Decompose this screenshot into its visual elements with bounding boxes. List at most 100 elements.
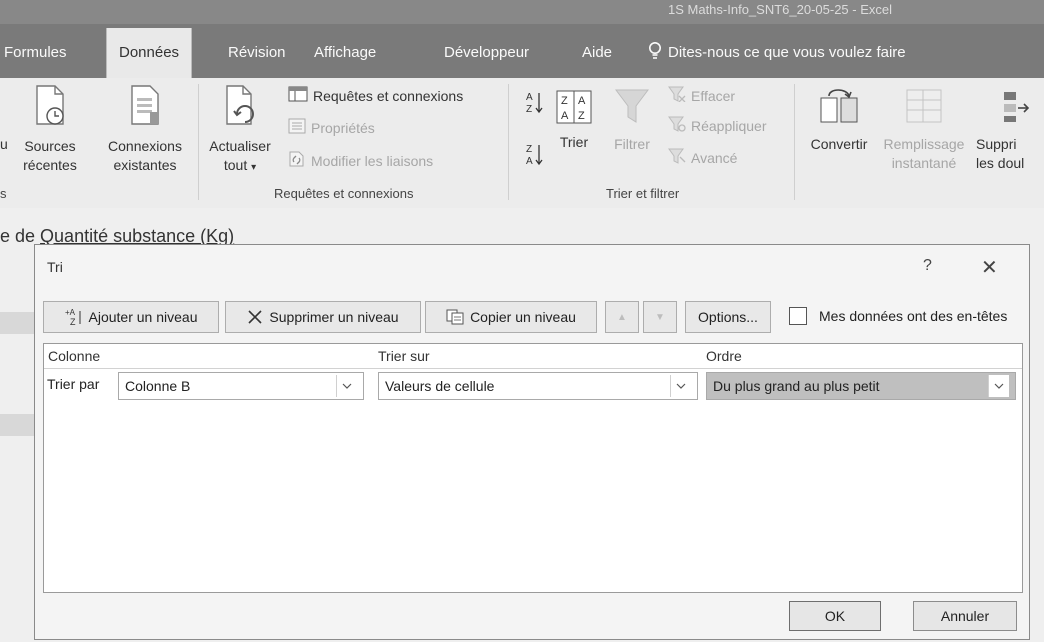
sheet-heading-underlined: Quantité substance (Kg) xyxy=(40,226,235,246)
tab-affichage[interactable]: Affichage xyxy=(314,44,376,61)
headers-checkbox-label: Mes données ont des en-têtes xyxy=(819,308,1008,324)
flash-fill-button[interactable]: Remplissage instantané xyxy=(878,86,970,173)
svg-text:A: A xyxy=(526,156,533,166)
text-to-columns-icon xyxy=(800,86,878,131)
column-header: Colonne xyxy=(48,348,101,364)
lightbulb-icon xyxy=(648,42,662,64)
svg-text:+A: +A xyxy=(65,308,76,317)
edit-links-button[interactable]: Modifier les liaisons xyxy=(288,150,433,171)
headers-checkbox[interactable] xyxy=(789,307,807,325)
sort-levels-grid: Colonne Trier sur Ordre Trier par Colonn… xyxy=(43,343,1023,593)
tab-formules[interactable]: Formules xyxy=(4,44,67,61)
flash-fill-label-2: instantané xyxy=(891,155,957,171)
existing-connections-label-1: Connexions xyxy=(108,138,182,154)
copy-icon xyxy=(446,309,464,325)
delete-x-icon xyxy=(247,309,263,325)
refresh-all-button[interactable]: Actualiser tout ▾ xyxy=(200,84,280,177)
move-down-button[interactable]: ▼ xyxy=(643,301,677,333)
svg-text:Z: Z xyxy=(561,95,568,107)
column-select[interactable]: Colonne B xyxy=(118,372,364,400)
refresh-icon xyxy=(200,84,280,133)
refresh-dropdown-icon: ▾ xyxy=(251,162,257,173)
existing-connections-button[interactable]: Connexions existantes xyxy=(100,84,190,175)
tab-aide[interactable]: Aide xyxy=(582,44,612,61)
clear-filter-label: Effacer xyxy=(691,87,736,104)
recent-sources-icon xyxy=(10,84,90,133)
copy-level-label: Copier un niveau xyxy=(470,309,576,325)
cancel-button[interactable]: Annuler xyxy=(913,601,1017,631)
text-to-columns-button[interactable]: Convertir xyxy=(800,86,878,154)
filter-label: Filtrer xyxy=(614,136,650,152)
add-level-button[interactable]: +A Z Ajouter un niveau xyxy=(43,301,219,333)
group-separator xyxy=(198,84,199,200)
sheet-heading-prefix: e de xyxy=(0,226,41,246)
delete-level-label: Supprimer un niveau xyxy=(269,309,399,325)
svg-text:A: A xyxy=(561,110,569,122)
help-button[interactable]: ? xyxy=(923,257,932,275)
tab-donnees[interactable]: Données xyxy=(106,28,193,78)
options-button[interactable]: Options... xyxy=(685,301,771,333)
edit-links-icon xyxy=(288,150,306,171)
flash-fill-icon xyxy=(878,86,970,131)
ok-button[interactable]: OK xyxy=(789,601,881,631)
sort-on-select[interactable]: Valeurs de cellule xyxy=(378,372,698,400)
sort-az-button[interactable]: AZ xyxy=(526,90,544,117)
svg-text:Z: Z xyxy=(526,144,532,155)
sort-dialog-icon: ZAAZ xyxy=(550,90,598,129)
order-select-value: Du plus grand au plus petit xyxy=(713,378,880,394)
properties-button[interactable]: Propriétés xyxy=(288,118,375,137)
add-level-label: Ajouter un niveau xyxy=(88,309,198,325)
tab-revision[interactable]: Révision xyxy=(228,44,286,61)
copy-level-button[interactable]: Copier un niveau xyxy=(425,301,597,333)
sort-dialog: Tri ? ✕ +A Z Ajouter un niveau Supprimer … xyxy=(34,244,1030,640)
convert-label: Convertir xyxy=(810,136,868,152)
queries-connections-button[interactable]: Requêtes et connexions xyxy=(288,86,463,105)
column-select-value: Colonne B xyxy=(125,378,191,394)
partial-button-text[interactable]: u xyxy=(0,136,8,152)
existing-connections-label-2: existantes xyxy=(113,157,177,173)
filter-icon xyxy=(604,86,660,131)
group-label-get-data: s xyxy=(0,186,7,201)
recent-sources-label-2: récentes xyxy=(23,157,77,173)
advanced-filter-icon xyxy=(668,148,686,167)
move-up-button[interactable]: ▲ xyxy=(605,301,639,333)
reapply-icon xyxy=(668,116,686,135)
filter-button[interactable]: Filtrer xyxy=(604,86,660,154)
tab-developpeur[interactable]: Développeur xyxy=(444,44,529,61)
group-separator xyxy=(508,84,509,200)
chevron-down-icon xyxy=(670,375,691,397)
reapply-label: Réappliquer xyxy=(691,117,767,134)
remove-duplicates-button[interactable]: Suppri les doul xyxy=(976,86,1044,173)
window-titlebar: 1S Maths-Info_SNT6_20-05-25 - Excel xyxy=(0,0,1044,24)
sort-button[interactable]: ZAAZ Trier xyxy=(550,90,598,152)
svg-text:Z: Z xyxy=(578,110,585,122)
svg-text:Z: Z xyxy=(70,317,76,326)
sort-level-toolbar: +A Z Ajouter un niveau Supprimer un nivea… xyxy=(43,301,1023,335)
sort-label: Trier xyxy=(559,134,589,150)
refresh-label-1: Actualiser xyxy=(209,138,271,154)
clear-filter-button[interactable]: Effacer xyxy=(668,86,735,105)
window-title: 1S Maths-Info_SNT6_20-05-25 - Excel xyxy=(668,2,892,17)
reapply-button[interactable]: Réappliquer xyxy=(668,116,767,135)
clear-filter-icon xyxy=(668,86,686,105)
order-select[interactable]: Du plus grand au plus petit xyxy=(706,372,1016,400)
close-icon[interactable]: ✕ xyxy=(981,255,998,280)
sort-ascending-icon: AZ xyxy=(526,90,544,117)
chevron-down-icon xyxy=(988,375,1009,397)
flash-fill-label-1: Remplissage xyxy=(883,136,965,152)
tell-me-search[interactable]: Dites-nous ce que vous voulez faire xyxy=(648,42,906,64)
refresh-label-2: tout xyxy=(223,157,248,173)
advanced-filter-button[interactable]: Avancé xyxy=(668,148,737,167)
ribbon-tab-bar: Formules Données Révision Affichage Déve… xyxy=(0,24,1044,78)
sort-za-button[interactable]: ZA xyxy=(526,142,544,169)
group-label-queries: Requêtes et connexions xyxy=(274,186,414,201)
recent-sources-button[interactable]: Sources récentes xyxy=(10,84,90,175)
group-separator xyxy=(794,84,795,200)
add-level-icon: +A Z xyxy=(65,308,83,326)
sort-descending-icon: ZA xyxy=(526,142,544,169)
advanced-filter-label: Avancé xyxy=(691,149,738,166)
tell-me-text: Dites-nous ce que vous voulez faire xyxy=(668,44,906,61)
svg-text:A: A xyxy=(526,92,533,103)
delete-level-button[interactable]: Supprimer un niveau xyxy=(225,301,421,333)
properties-label: Propriétés xyxy=(311,119,375,136)
